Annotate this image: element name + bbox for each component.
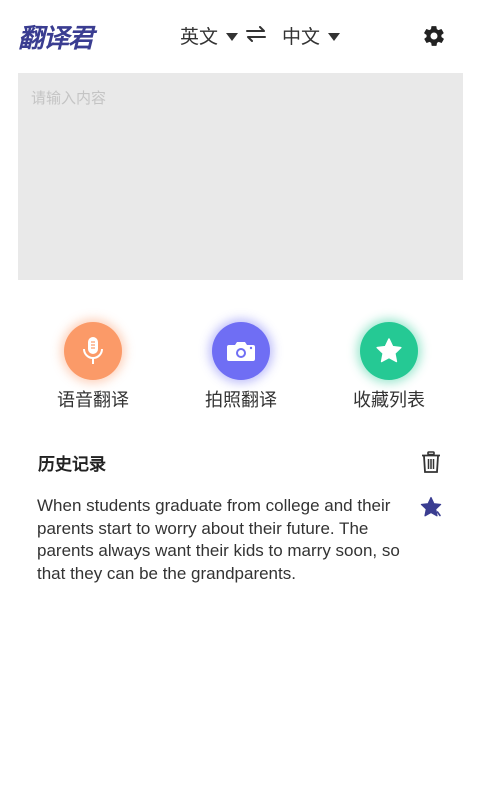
photo-translate-button[interactable]: 拍照翻译	[181, 322, 301, 412]
microphone-icon	[83, 337, 103, 364]
voice-translate-button[interactable]: 语音翻译	[33, 322, 153, 412]
caret-down-icon	[328, 32, 341, 41]
text-input[interactable]	[18, 73, 463, 280]
trash-icon[interactable]	[421, 451, 441, 473]
history-title: 历史记录	[38, 455, 106, 475]
caret-down-icon	[226, 32, 239, 41]
target-language-selector[interactable]: 中文	[282, 22, 341, 49]
target-language-label: 中文	[282, 26, 321, 48]
swap-arrows-icon[interactable]	[245, 26, 267, 42]
camera-icon	[227, 342, 255, 361]
voice-translate-circle	[64, 322, 122, 380]
favorites-list-button[interactable]: 收藏列表	[329, 322, 449, 412]
star-icon	[376, 338, 402, 363]
favorite-star-icon[interactable]	[419, 495, 443, 519]
voice-translate-label: 语音翻译	[57, 390, 129, 411]
app-logo: 翻译君	[18, 24, 94, 54]
source-language-label: 英文	[180, 26, 219, 48]
gear-icon[interactable]	[422, 24, 446, 48]
photo-translate-label: 拍照翻译	[205, 390, 277, 411]
history-item[interactable]: When students graduate from college and …	[37, 495, 417, 585]
source-language-selector[interactable]: 英文	[180, 22, 239, 49]
photo-translate-circle	[212, 322, 270, 380]
favorites-list-label: 收藏列表	[353, 390, 425, 411]
favorites-list-circle	[360, 322, 418, 380]
top-bar: 翻译君 英文 中文	[0, 0, 480, 72]
